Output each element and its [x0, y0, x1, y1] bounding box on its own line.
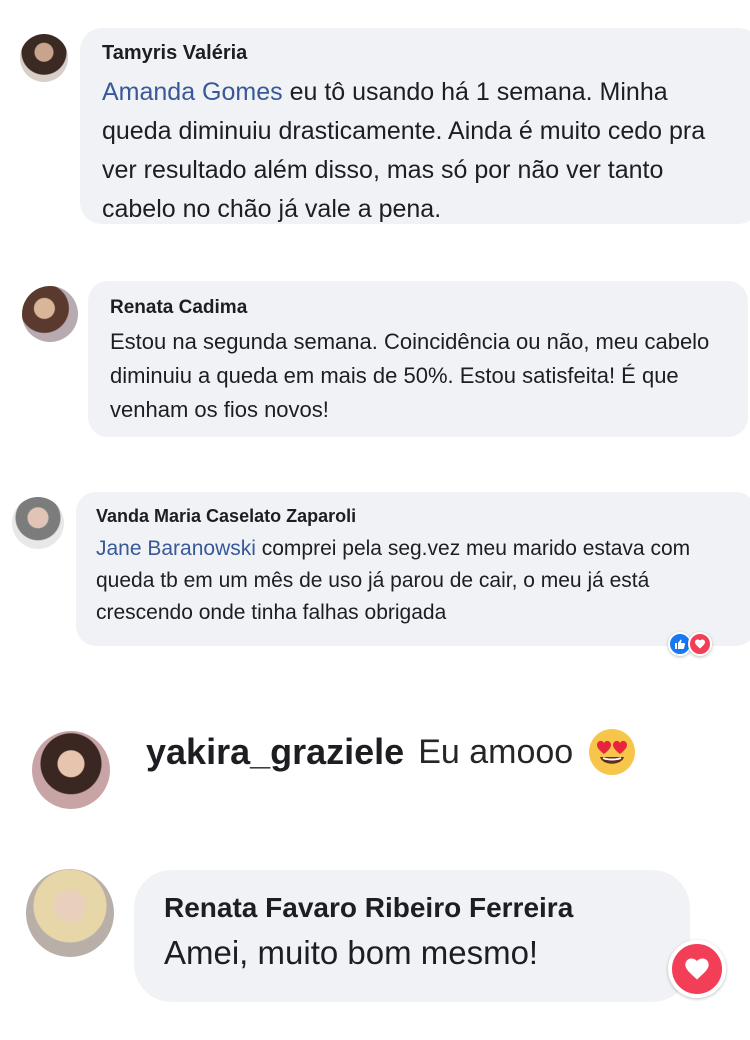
comment-author[interactable]: Tamyris Valéria: [102, 42, 738, 65]
comment-text: Amanda Gomes eu tô usando há 1 semana. M…: [102, 73, 738, 229]
comment-author[interactable]: Renata Cadima: [110, 297, 726, 319]
reaction-list: love-icon: [0, 0, 1, 1]
reaction-list: like-icon: [0, 0, 1, 1]
comment-bubble: Vanda Maria Caselato Zaparoli Jane Baran…: [76, 492, 750, 646]
comment-bubble: Tamyris Valéria Amanda Gomes eu tô usand…: [80, 28, 750, 224]
comment-text: Estou na segunda semana. Coincidência ou…: [110, 329, 710, 422]
mention-link[interactable]: Amanda Gomes: [102, 78, 283, 106]
comment-author[interactable]: Vanda Maria Caselato Zaparoli: [96, 506, 736, 527]
comment-text: Jane Baranowski comprei pela seg.vez meu…: [96, 533, 736, 629]
avatar[interactable]: [20, 34, 68, 82]
avatar[interactable]: [22, 286, 78, 342]
comment-author[interactable]: Renata Favaro Ribeiro Ferreira: [164, 892, 660, 924]
mention-link[interactable]: Jane Baranowski: [96, 537, 256, 560]
comment-row: yakira_graziele Eu amooo: [146, 722, 637, 782]
avatar[interactable]: [26, 869, 114, 957]
avatar[interactable]: [12, 497, 64, 549]
comment-text: Eu amooo: [418, 732, 574, 771]
comment-text: Amei, muito bom mesmo!: [164, 934, 539, 971]
reaction-list: heart-eyes-emoji-icon: [0, 0, 1, 1]
reaction-list: love-icon: [0, 0, 1, 1]
comment-bubble: Renata Cadima Estou na segunda semana. C…: [88, 281, 748, 437]
comment-bubble: Renata Favaro Ribeiro Ferreira Amei, mui…: [134, 870, 690, 1002]
love-icon[interactable]: [688, 632, 712, 656]
love-icon[interactable]: [668, 940, 726, 998]
heart-eyes-emoji-icon: [589, 729, 636, 775]
comment-author[interactable]: yakira_graziele: [146, 731, 404, 773]
avatar[interactable]: [32, 731, 110, 809]
